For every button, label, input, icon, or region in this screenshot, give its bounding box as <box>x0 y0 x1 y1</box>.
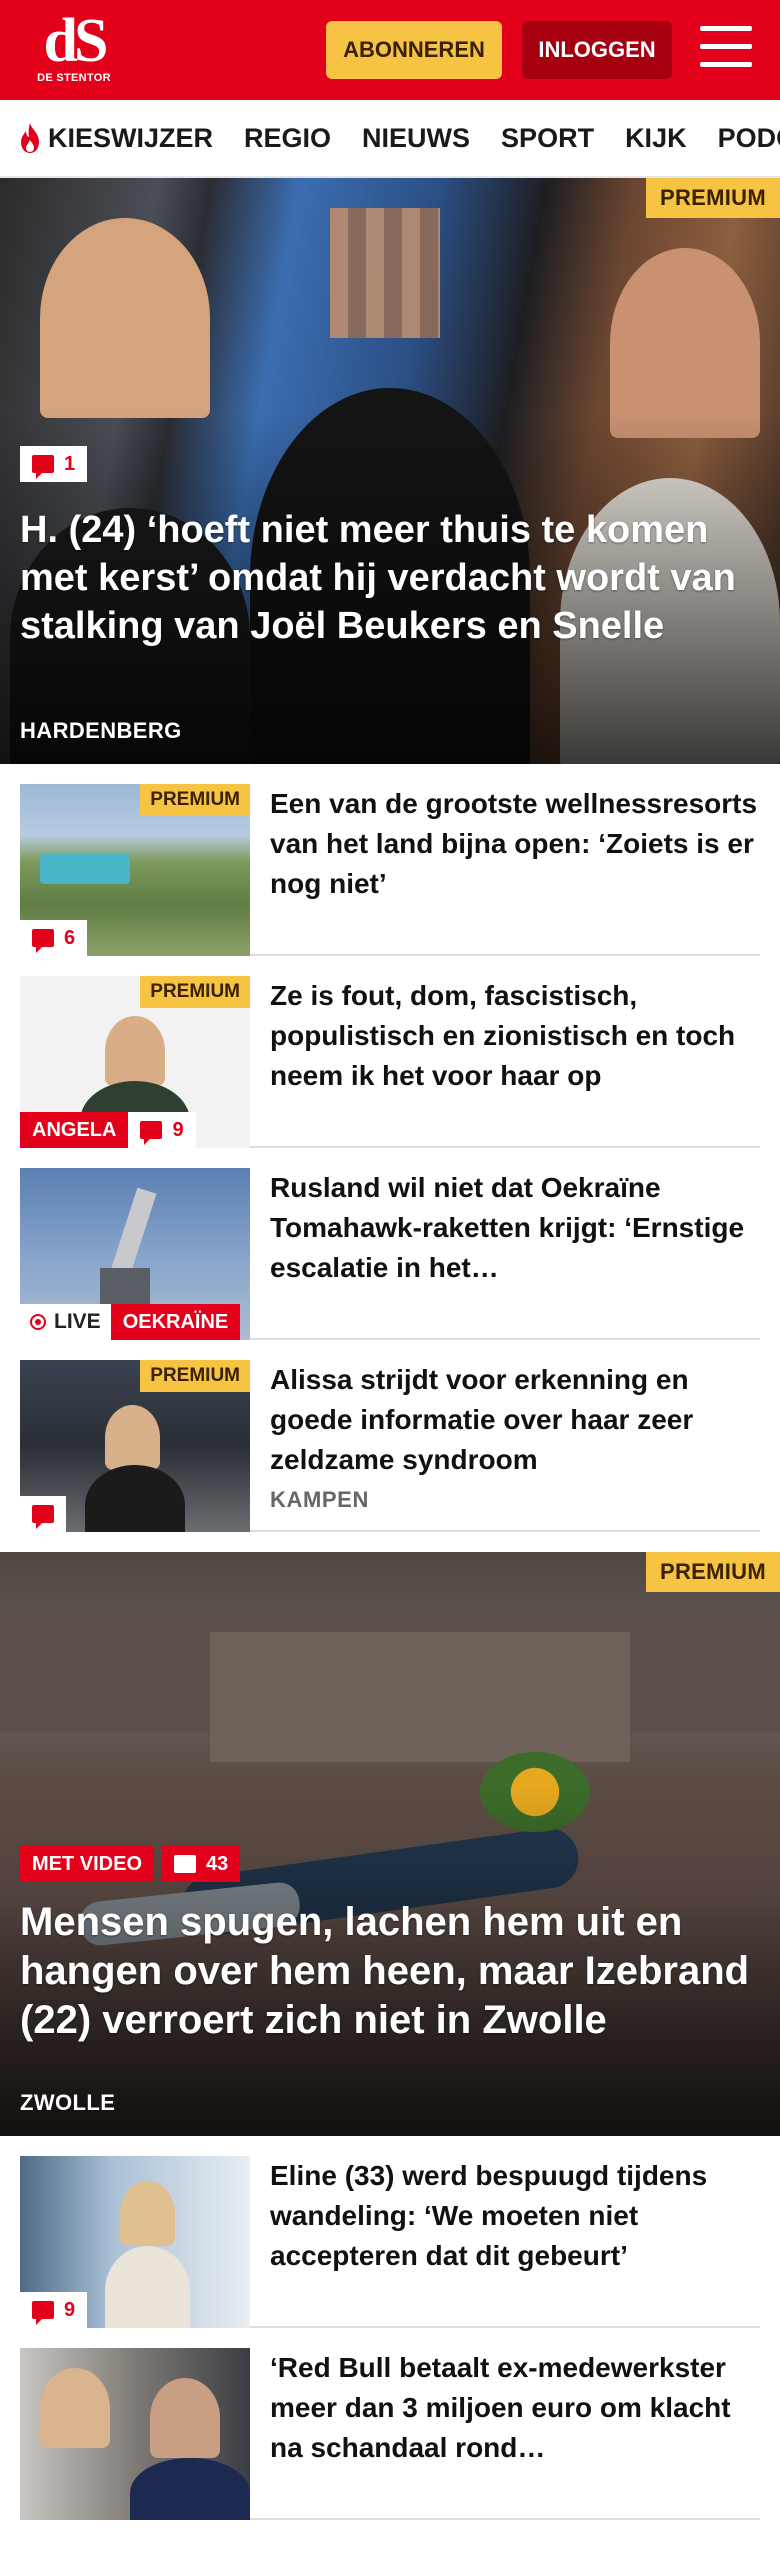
comment-count-badge[interactable]: 9 <box>20 2292 88 2328</box>
thumb-person-head <box>105 1016 165 1086</box>
logo-subtitle: DE STENTOR <box>37 72 111 84</box>
hero-title[interactable]: Mensen spugen, lachen hem uit en hangen … <box>20 1898 762 2045</box>
nav-item-regio[interactable]: REGIO <box>244 123 331 154</box>
list-item[interactable]: ‘Red Bull betaalt ex-medewerk­ster meer … <box>20 2328 760 2520</box>
thumb-person-right <box>150 2378 220 2458</box>
article-list-2: 9 Eline (33) werd bespuugd tijdens wande… <box>0 2136 780 2520</box>
nav-label: KIESWIJZER <box>48 122 214 153</box>
article-title[interactable]: Eline (33) werd bespuugd tijdens wandeli… <box>250 2156 760 2326</box>
article-thumbnail: LIVE OEKRAÏNE <box>20 1168 250 1340</box>
flame-icon <box>21 123 39 153</box>
thumb-person-head <box>120 2181 175 2246</box>
comment-count: 43 <box>206 1852 229 1875</box>
comment-badge[interactable] <box>20 1496 66 1532</box>
columnist-label[interactable]: ANGELA <box>20 1112 129 1148</box>
hero-location[interactable]: ZWOLLE <box>20 2090 115 2116</box>
comment-icon <box>174 1855 197 1879</box>
live-badge[interactable]: LIVE <box>20 1304 111 1340</box>
nav-item-sport[interactable]: SPORT <box>501 123 594 154</box>
article-text[interactable]: Alissa strijdt voor erkenning en goede i… <box>250 1360 760 1530</box>
topic-label[interactable]: OEKRAÏNE <box>110 1304 241 1340</box>
premium-badge: PREMIUM <box>140 1360 250 1392</box>
comment-count-badge[interactable]: 6 <box>20 920 88 956</box>
nav-item-kijk[interactable]: KIJK <box>625 123 687 154</box>
comment-icon <box>140 1121 163 1145</box>
main-nav: KIESWIJZER REGIO NIEUWS SPORT KIJK PODCA… <box>0 100 780 178</box>
hamburger-icon[interactable] <box>700 26 752 72</box>
site-header: dS DE STENTOR ABONNEREN INLOGGEN <box>0 0 780 100</box>
hero-photo-person-left <box>40 218 210 418</box>
hero-photo-person-right <box>610 248 760 438</box>
article-title[interactable]: Een van de grootste wellnessre­sorts van… <box>250 784 760 954</box>
list-item[interactable]: PREMIUM ANGELA 9 Ze is fout, dom, fascis… <box>20 956 760 1148</box>
article-thumbnail <box>20 2348 250 2520</box>
thumb-person-left <box>40 2368 110 2448</box>
comment-count: 1 <box>64 452 76 475</box>
article-title[interactable]: ‘Red Bull betaalt ex-medewerk­ster meer … <box>250 2348 760 2518</box>
list-item[interactable]: LIVE OEKRAÏNE Rusland wil niet dat Oekra… <box>20 1148 760 1340</box>
nav-item-kieswijzer[interactable]: KIESWIJZER <box>18 122 213 154</box>
article-thumbnail: PREMIUM <box>20 1360 250 1532</box>
nav-item-nieuws[interactable]: NIEUWS <box>362 123 470 154</box>
login-button[interactable]: INLOGGEN <box>522 21 672 79</box>
hero-location[interactable]: HARDENBERG <box>20 718 182 744</box>
hero-article[interactable]: PREMIUM 1 H. (24) ‘hoeft niet meer thuis… <box>0 178 780 764</box>
thumb-person-right-body <box>130 2458 250 2520</box>
list-item[interactable]: PREMIUM Alissa strijdt voor erkenning en… <box>20 1340 760 1532</box>
comment-count: 9 <box>172 1118 184 1141</box>
logo-mark: dS <box>43 7 109 75</box>
article-list: PREMIUM 6 Een van de grootste wellnessre… <box>0 764 780 1532</box>
comment-icon <box>32 1505 54 1529</box>
comment-count: 9 <box>64 2298 76 2321</box>
article-location[interactable]: KAMPEN <box>270 1486 760 1514</box>
premium-badge: PREMIUM <box>646 1552 780 1592</box>
thumb-person-body <box>85 1465 185 1532</box>
hero-photo-blurred-face <box>330 208 440 338</box>
comment-icon <box>32 455 54 479</box>
comment-count-badge[interactable]: 9 <box>128 1112 196 1148</box>
article-title[interactable]: Ze is fout, dom, fascistisch, populistis… <box>250 976 760 1146</box>
nav-item-podcast[interactable]: PODCAS <box>718 123 780 154</box>
list-item[interactable]: PREMIUM 6 Een van de grootste wellnessre… <box>20 764 760 956</box>
comment-icon <box>32 2301 54 2325</box>
hero2-bench <box>210 1632 630 1762</box>
live-icon <box>30 1314 46 1330</box>
premium-badge: PREMIUM <box>140 784 250 816</box>
video-label[interactable]: MET VIDEO <box>20 1846 155 1882</box>
list-item[interactable]: 9 Eline (33) werd bespuugd tijdens wande… <box>20 2136 760 2328</box>
article-thumbnail: 9 <box>20 2156 250 2328</box>
thumb-pool <box>40 854 130 884</box>
comment-count-badge[interactable]: 1 <box>20 446 88 482</box>
hero2-badges: MET VIDEO 43 <box>20 1846 241 1882</box>
thumb-person-body <box>105 2246 190 2328</box>
site-logo[interactable]: dS DE STENTOR <box>28 10 120 92</box>
premium-badge: PREMIUM <box>646 178 780 218</box>
hero-article-2[interactable]: PREMIUM MET VIDEO 43 Mensen spugen, lach… <box>0 1552 780 2136</box>
comment-count-badge[interactable]: 43 <box>162 1846 241 1882</box>
hero-title[interactable]: H. (24) ‘hoeft niet meer thuis te komen … <box>20 506 762 650</box>
subscribe-button[interactable]: ABONNEREN <box>326 21 502 79</box>
comment-count: 6 <box>64 926 76 949</box>
premium-badge: PREMIUM <box>140 976 250 1008</box>
article-thumbnail: PREMIUM 6 <box>20 784 250 956</box>
article-title[interactable]: Alissa strijdt voor erkenning en goede i… <box>270 1364 693 1475</box>
article-title[interactable]: Rusland wil niet dat Oekraïne Tomahawk-r… <box>250 1168 760 1338</box>
thumb-person-head <box>105 1405 160 1470</box>
live-label: LIVE <box>54 1310 101 1333</box>
comment-icon <box>32 929 54 953</box>
article-thumbnail: PREMIUM ANGELA 9 <box>20 976 250 1148</box>
